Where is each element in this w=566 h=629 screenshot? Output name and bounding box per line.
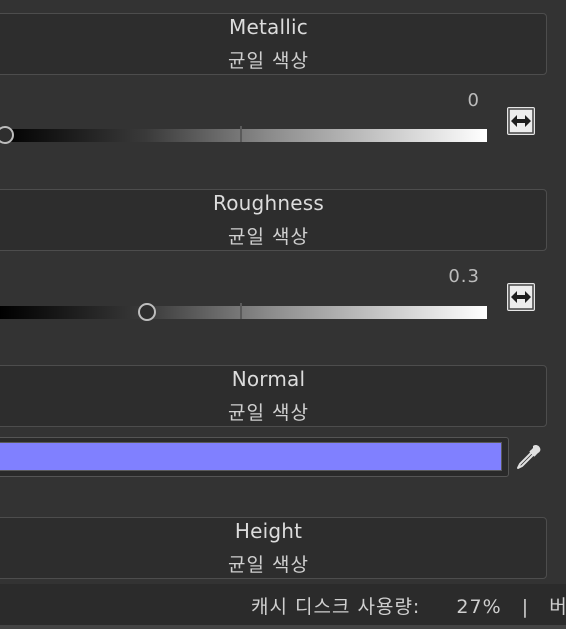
cache-usage-label: 캐시 디스크 사용량: [251, 596, 421, 618]
metallic-title: Metallic [229, 15, 308, 39]
height-mode-label: 균일 색상 [228, 554, 309, 576]
normal-mode-label: 균일 색상 [228, 402, 309, 424]
material-properties-panel: Metallic 균일 색상 0 Roughness 균일 색상 0.3 Nor… [0, 0, 566, 629]
metallic-mode-label: 균일 색상 [228, 50, 309, 72]
slider-midpoint-tick [240, 126, 242, 142]
metallic-value-label: 0 [467, 90, 480, 111]
normal-color-swatch[interactable] [0, 442, 502, 471]
normal-color-field[interactable] [0, 437, 509, 477]
status-truncated-text: 버 [549, 596, 566, 618]
cache-usage-value: 27% [456, 596, 502, 618]
status-bar: 캐시 디스크 사용량: 27% | 버 [0, 584, 566, 625]
cache-usage-status: 캐시 디스크 사용량: 27% | 버 [251, 592, 566, 619]
height-title: Height [234, 519, 303, 543]
slider-midpoint-tick [240, 303, 242, 319]
eyedropper-icon [517, 444, 541, 469]
swap-arrows-icon [508, 108, 534, 134]
metallic-swap-button[interactable] [507, 107, 535, 135]
roughness-swap-button[interactable] [507, 283, 535, 311]
roughness-title: Roughness [213, 191, 324, 215]
swap-arrows-icon [508, 284, 534, 310]
normal-channel-header[interactable]: Normal 균일 색상 [0, 365, 547, 427]
roughness-mode-label: 균일 색상 [228, 226, 309, 248]
normal-title: Normal [231, 367, 306, 391]
eyedropper-button[interactable] [514, 442, 544, 472]
status-bar-bottom-border [0, 625, 566, 629]
metallic-slider-handle[interactable] [0, 126, 14, 144]
status-separator: | [521, 596, 530, 618]
metallic-slider[interactable] [0, 126, 487, 144]
roughness-value-label: 0.3 [448, 266, 480, 287]
metallic-channel-header[interactable]: Metallic 균일 색상 [0, 13, 547, 75]
height-channel-header[interactable]: Height 균일 색상 [0, 517, 547, 579]
roughness-slider-handle[interactable] [138, 303, 157, 321]
roughness-channel-header[interactable]: Roughness 균일 색상 [0, 189, 547, 251]
roughness-slider[interactable] [0, 303, 487, 321]
